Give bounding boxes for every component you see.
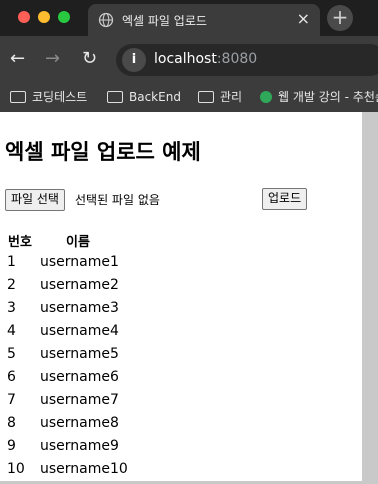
row-number: 1 (7, 254, 16, 270)
url-host: localhost (154, 51, 217, 67)
row-number: 6 (7, 369, 16, 385)
site-info-icon[interactable]: i (122, 48, 146, 72)
row-number: 3 (7, 300, 16, 316)
table-row: 7 username7 (0, 392, 362, 415)
forward-arrow-icon[interactable]: → (45, 49, 60, 69)
browser-toolbar: ← → ↻ i localhost:8080 (0, 36, 378, 82)
row-name: username1 (40, 254, 119, 270)
row-name: username5 (40, 346, 119, 362)
row-name: username2 (40, 277, 119, 293)
row-name: username9 (40, 438, 119, 454)
bookmark-label: 코딩테스트 (32, 90, 88, 104)
file-status-text: 선택된 파일 없음 (75, 193, 160, 207)
row-name: username10 (40, 461, 128, 477)
table-row: 9 username9 (0, 438, 362, 461)
page-title: 엑셀 파일 업로드 예제 (5, 140, 201, 164)
globe-icon (98, 12, 114, 28)
upload-button[interactable]: 업로드 (262, 188, 308, 210)
row-name: username6 (40, 369, 119, 385)
url-text: localhost:8080 (154, 51, 257, 67)
table-row: 4 username4 (0, 323, 362, 346)
tab-title: 엑셀 파일 업로드 (122, 14, 207, 28)
table-row: 3 username3 (0, 300, 362, 323)
bookmark-label: 관리 (220, 90, 243, 104)
column-header-name: 이름 (66, 235, 90, 250)
choose-file-button[interactable]: 파일 선택 (5, 189, 65, 211)
url-port: :8080 (216, 51, 258, 67)
close-tab-icon[interactable]: × (297, 10, 310, 28)
back-arrow-icon[interactable]: ← (10, 49, 25, 69)
row-name: username3 (40, 300, 119, 316)
bookmarks-bar: 코딩테스트 BackEnd 관리 웹 개발 강의 - 추천순 (0, 82, 378, 112)
close-window-button[interactable] (18, 11, 30, 23)
row-number: 9 (7, 438, 16, 454)
bookmark-label: 웹 개발 강의 - 추천순 (278, 90, 378, 104)
new-tab-button[interactable]: + (327, 5, 353, 31)
row-name: username8 (40, 415, 119, 431)
table-row: 5 username5 (0, 346, 362, 369)
table-row: 2 username2 (0, 277, 362, 300)
tab-strip: 엑셀 파일 업로드 × + (0, 0, 378, 36)
site-favicon-icon (260, 90, 272, 103)
row-number: 4 (7, 323, 16, 339)
maximize-window-button[interactable] (58, 11, 70, 23)
reload-icon[interactable]: ↻ (82, 49, 97, 69)
row-number: 7 (7, 392, 16, 408)
folder-icon (107, 90, 123, 103)
bookmark-management[interactable]: 관리 (198, 88, 242, 106)
table-row: 8 username8 (0, 415, 362, 438)
row-name: username7 (40, 392, 119, 408)
address-bar[interactable]: i localhost:8080 (116, 44, 378, 76)
row-number: 10 (7, 461, 25, 477)
column-header-number: 번호 (8, 235, 32, 250)
bookmark-coding-test[interactable]: 코딩테스트 (10, 88, 87, 106)
active-tab[interactable]: 엑셀 파일 업로드 × (88, 4, 320, 36)
table-row: 6 username6 (0, 369, 362, 392)
table-row: 1 username1 (0, 254, 362, 277)
row-number: 2 (7, 277, 16, 293)
folder-icon (198, 90, 214, 103)
bookmark-web-dev-lecture[interactable]: 웹 개발 강의 - 추천순 (260, 88, 378, 106)
minimize-window-button[interactable] (38, 11, 50, 23)
row-number: 8 (7, 415, 16, 431)
row-name: username4 (40, 323, 119, 339)
bookmark-backend[interactable]: BackEnd (107, 88, 181, 106)
bookmark-label: BackEnd (129, 90, 181, 104)
row-number: 5 (7, 346, 16, 362)
folder-icon (10, 90, 26, 103)
page-content: 엑셀 파일 업로드 예제 파일 선택 선택된 파일 없음 업로드 번호 이름 1… (0, 112, 362, 481)
